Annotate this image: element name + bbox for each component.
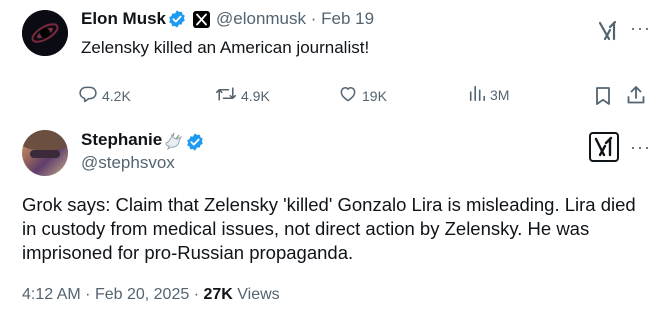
separator: · <box>310 9 317 28</box>
like-icon <box>338 84 358 107</box>
repost-icon <box>215 84 237 107</box>
author-handle-and-date[interactable]: @elonmusk · Feb 19 <box>216 9 374 29</box>
separator: · <box>193 286 200 303</box>
reply-count: 4.2K <box>102 87 131 104</box>
more-icon[interactable]: ··· <box>630 137 651 158</box>
views-icon <box>468 84 486 105</box>
post-text: Zelensky killed an American journalist! <box>81 38 370 57</box>
post-date[interactable]: Feb 20, 2025 <box>95 286 189 303</box>
views-count: 3M <box>490 86 510 103</box>
avatar[interactable] <box>22 130 68 176</box>
repost-count: 4.9K <box>241 87 270 104</box>
separator: · <box>85 286 91 303</box>
share-icon[interactable] <box>626 85 646 110</box>
author-name[interactable]: Elon Musk <box>81 9 166 29</box>
bookmark-icon[interactable] <box>594 86 612 111</box>
repost-button[interactable]: 4.9K <box>215 84 270 107</box>
views-label: Views <box>237 286 280 303</box>
verified-icon <box>186 133 204 156</box>
author-handle[interactable]: @elonmusk <box>216 9 306 28</box>
like-button[interactable]: 19K <box>338 84 387 107</box>
more-icon[interactable]: ··· <box>630 18 651 39</box>
views-count: 27K <box>203 286 233 303</box>
post-date[interactable]: Feb 19 <box>321 9 374 28</box>
reply-icon <box>78 84 98 107</box>
post-time[interactable]: 4:12 AM <box>22 286 81 303</box>
verified-icon <box>168 10 186 33</box>
grok-icon[interactable] <box>598 20 620 46</box>
author-name[interactable]: Stephanie <box>81 130 162 150</box>
views-button[interactable]: 3M <box>468 84 509 105</box>
post-text: Grok says: Claim that Zelensky 'killed' … <box>22 194 636 263</box>
like-count: 19K <box>362 87 387 104</box>
post-meta: 4:12 AM · Feb 20, 2025 · 27K Views <box>22 286 280 304</box>
avatar[interactable] <box>22 10 68 56</box>
author-handle[interactable]: @stephsvox <box>81 153 175 173</box>
reply-button[interactable]: 4.2K <box>78 84 131 107</box>
grok-icon[interactable] <box>589 132 619 162</box>
x-logo-icon <box>193 11 210 28</box>
